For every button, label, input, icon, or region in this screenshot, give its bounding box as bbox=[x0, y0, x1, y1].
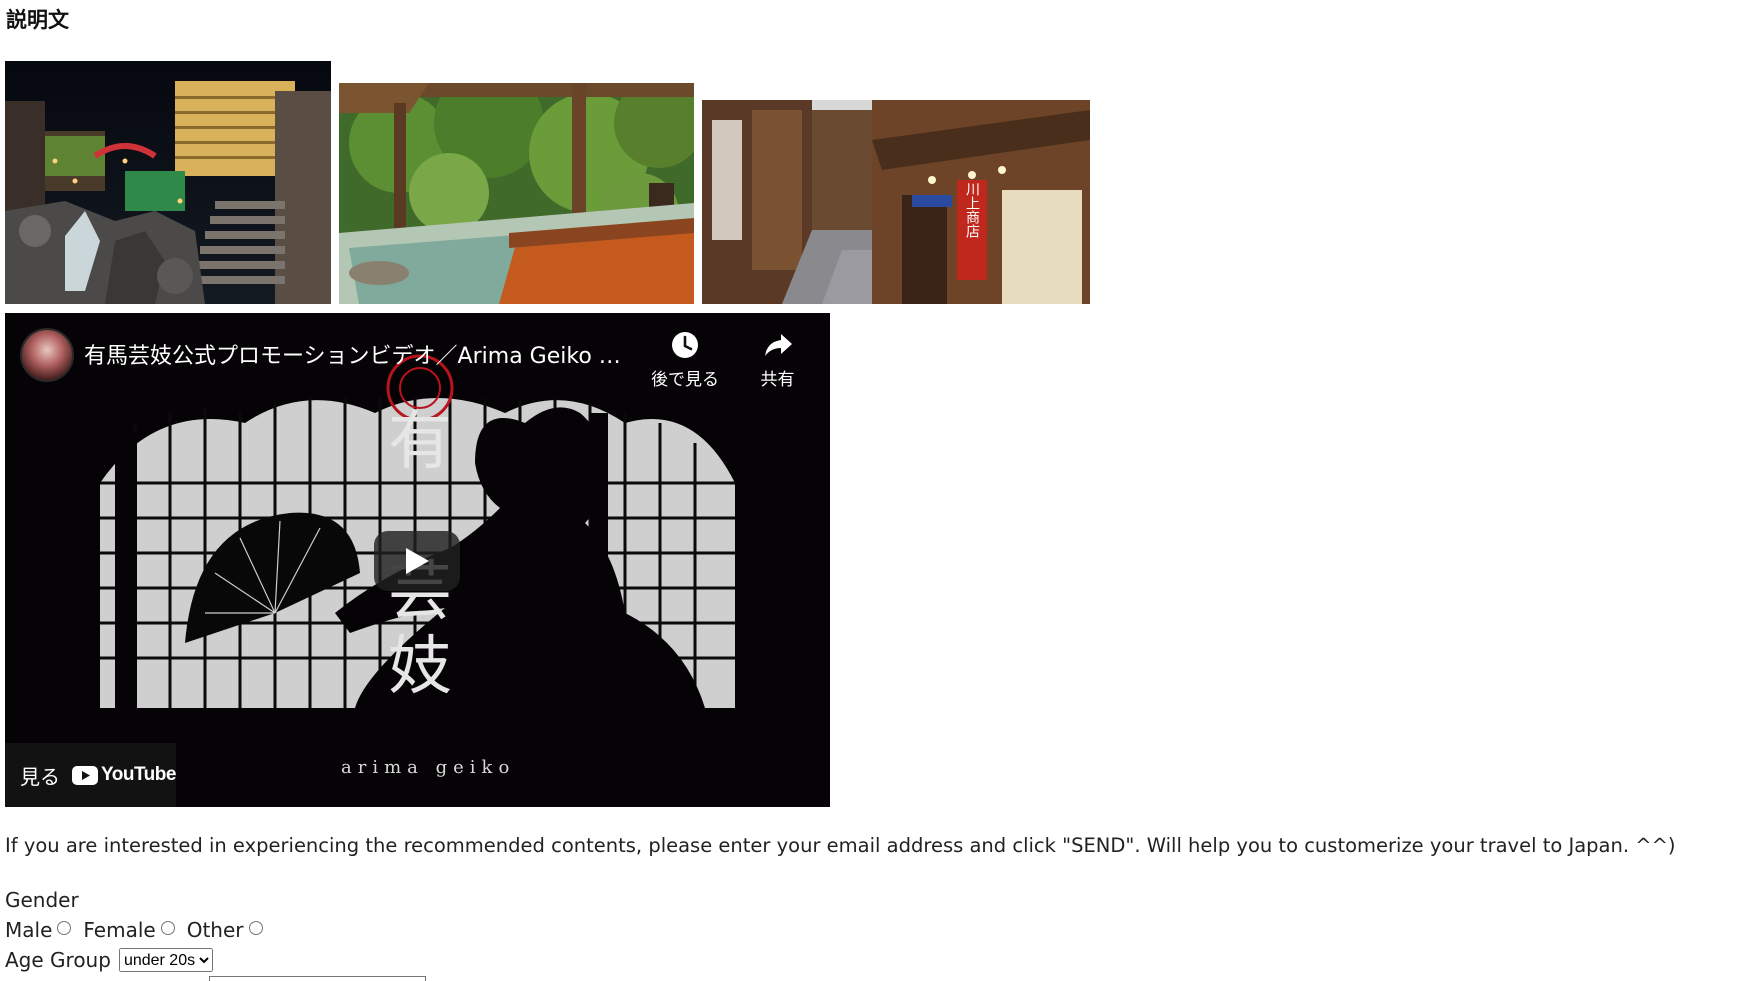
video-title[interactable]: 有馬芸妓公式プロモーションビデオ／Arima Geiko O... bbox=[84, 338, 634, 370]
intro-text: If you are interested in experiencing th… bbox=[5, 834, 1676, 857]
channel-avatar[interactable] bbox=[20, 328, 74, 382]
gender-option-male[interactable]: Male bbox=[5, 918, 72, 942]
gender-option-label: Other bbox=[186, 918, 244, 942]
gender-option-other[interactable]: Other bbox=[187, 918, 263, 942]
watch-later-button[interactable]: 後で見る bbox=[645, 329, 725, 390]
gender-option-label: Female bbox=[83, 918, 156, 942]
gender-radio-other[interactable] bbox=[248, 921, 263, 935]
share-button[interactable]: 共有 bbox=[740, 329, 815, 390]
thumbnail-calligraphy-char: 妓 bbox=[388, 630, 452, 704]
onsen-town-night-photo bbox=[5, 61, 331, 304]
gender-radio-group: Male Female Other bbox=[5, 918, 275, 942]
page-heading: 説明文 bbox=[6, 8, 69, 32]
email-input[interactable] bbox=[209, 976, 426, 981]
thumbnail-calligraphy-char: 有 bbox=[388, 405, 452, 479]
watch-on-label: 見る bbox=[20, 764, 60, 789]
gender-radio-male[interactable] bbox=[57, 921, 72, 935]
gender-label: Gender bbox=[5, 888, 79, 912]
shop-sign-text: 川上商店 bbox=[964, 182, 980, 238]
share-label: 共有 bbox=[760, 370, 795, 390]
video-caption: arima geiko bbox=[341, 757, 516, 778]
open-air-bath-photo bbox=[339, 83, 694, 304]
age-group-label: Age Group bbox=[5, 948, 111, 972]
play-button[interactable] bbox=[374, 531, 460, 591]
gender-option-female[interactable]: Female bbox=[83, 918, 175, 942]
youtube-play-icon bbox=[72, 765, 98, 785]
clock-icon bbox=[645, 329, 725, 361]
watch-on-youtube-button[interactable]: 見る YouTube bbox=[5, 743, 176, 807]
gender-option-label: Male bbox=[5, 918, 53, 942]
youtube-wordmark: YouTube bbox=[101, 764, 176, 785]
gender-radio-female[interactable] bbox=[160, 921, 175, 935]
old-street-photo: 川上商店 bbox=[702, 100, 1090, 304]
play-icon bbox=[406, 548, 429, 574]
youtube-video-embed[interactable]: 有芸妓 有馬芸妓公式プロモーションビデオ／Arima Geiko O... 後で… bbox=[5, 313, 830, 807]
watch-later-label: 後で見る bbox=[651, 370, 719, 390]
age-group-row: Age Group under 20s bbox=[5, 948, 213, 972]
share-arrow-icon bbox=[740, 329, 815, 361]
youtube-logo: YouTube bbox=[72, 764, 176, 786]
age-group-select[interactable]: under 20s bbox=[118, 948, 213, 972]
